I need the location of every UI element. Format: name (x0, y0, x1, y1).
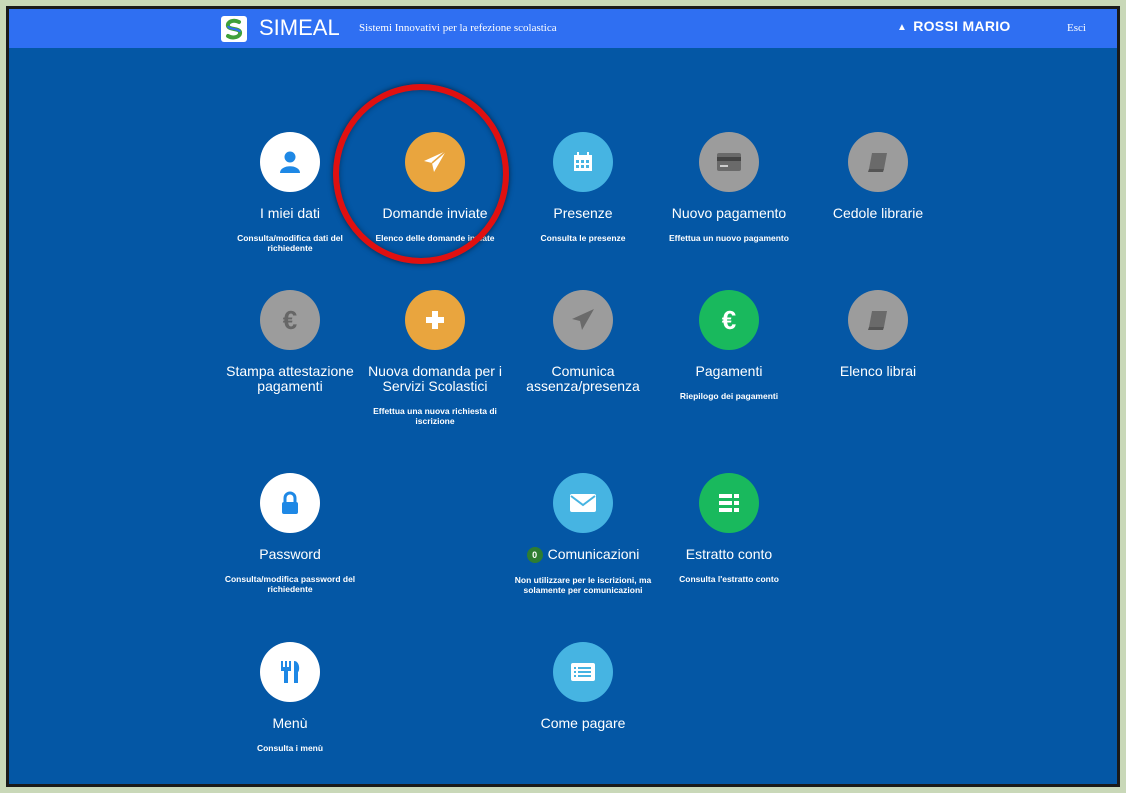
tile-cedole-librarie[interactable]: Cedole librarie (803, 132, 953, 221)
tile-menu[interactable]: Menù Consulta i menù (215, 642, 365, 753)
user-menu[interactable]: ▲ ROSSI MARIO (897, 18, 1011, 34)
tile-title: Cedole librarie (832, 205, 924, 221)
tile-pagamenti[interactable]: € Pagamenti Riepilogo dei pagamenti (654, 290, 804, 401)
tile-description: Effettua una nuova richiesta di iscrizio… (373, 406, 497, 426)
tile-description: Riepilogo dei pagamenti (679, 391, 779, 401)
tile-nuova-domanda[interactable]: Nuova domanda per i Servizi Scolastici E… (360, 290, 510, 426)
tile-title: Estratto conto (685, 546, 773, 562)
paper-plane-icon (405, 132, 465, 192)
tile-come-pagare[interactable]: Come pagare (508, 642, 658, 731)
tile-title-text: Comunicazioni (547, 546, 640, 562)
tile-description: Consulta l'estratto conto (679, 574, 779, 584)
tile-title: Elenco librai (839, 363, 917, 379)
tile-estratto-conto[interactable]: Estratto conto Consulta l'estratto conto (654, 473, 804, 584)
book-icon (848, 290, 908, 350)
tile-title: Domande inviate (382, 205, 488, 221)
tile-title: I miei dati (260, 205, 320, 221)
lock-icon (260, 473, 320, 533)
tile-description: Consulta/modifica dati del richiedente (237, 233, 343, 253)
tile-stampa-attestazione[interactable]: € Stampa attestazione pagamenti (215, 290, 365, 394)
tile-comunicazioni[interactable]: 0 Comunicazioni Non utilizzare per le isc… (508, 473, 658, 595)
tile-title: Presenze (553, 205, 613, 221)
tile-title: Stampa attestazione pagamenti (226, 363, 354, 394)
tile-title: Menù (272, 715, 308, 731)
paper-plane-icon (553, 290, 613, 350)
envelope-icon (553, 473, 613, 533)
tile-presenze[interactable]: Presenze Consulta le presenze (508, 132, 658, 243)
list-alt-icon (553, 642, 613, 702)
tile-description: Effettua un nuovo pagamento (669, 233, 789, 243)
tile-domande-inviate[interactable]: Domande inviate Elenco delle domande inv… (360, 132, 510, 243)
user-name: ROSSI MARIO (913, 18, 1011, 34)
tile-description: Consulta/modifica password del richieden… (224, 574, 356, 594)
credit-card-icon (699, 132, 759, 192)
euro-icon: € (260, 290, 320, 350)
euro-icon: € (699, 290, 759, 350)
tile-comunica-assenza[interactable]: Comunica assenza/presenza (508, 290, 658, 394)
tile-title: Come pagare (540, 715, 626, 731)
brand-tagline: Sistemi Innovativi per la refezione scol… (359, 22, 557, 34)
calendar-icon (553, 132, 613, 192)
tile-title: Nuova domanda per i Servizi Scolastici (368, 363, 502, 394)
user-icon: ▲ (897, 22, 908, 33)
app-window: SIMEAL Sistemi Innovativi per la refezio… (6, 6, 1120, 787)
tile-title: Comunica assenza/presenza (526, 363, 640, 394)
brand-name: SIMEAL (259, 15, 340, 40)
top-navbar: SIMEAL Sistemi Innovativi per la refezio… (9, 9, 1117, 48)
unread-count-badge: 0 (526, 547, 543, 563)
logout-link[interactable]: Esci (1067, 22, 1086, 34)
tile-title: Nuovo pagamento (671, 205, 787, 221)
simeal-logo-icon (221, 16, 247, 42)
list-icon (699, 473, 759, 533)
tile-description: Elenco delle domande inviate (375, 233, 495, 243)
cutlery-icon (260, 642, 320, 702)
tile-title: Pagamenti (695, 363, 763, 379)
tile-i-miei-dati[interactable]: I miei dati Consulta/modifica dati del r… (215, 132, 365, 253)
book-icon (848, 132, 908, 192)
tile-nuovo-pagamento[interactable]: Nuovo pagamento Effettua un nuovo pagame… (654, 132, 804, 243)
tile-title: 0 Comunicazioni (508, 547, 658, 563)
tile-description: Consulta le presenze (540, 233, 626, 243)
tile-title: Password (259, 546, 321, 562)
tile-elenco-librai[interactable]: Elenco librai (803, 290, 953, 379)
tile-password[interactable]: Password Consulta/modifica password del … (215, 473, 365, 594)
user-icon (260, 132, 320, 192)
tile-description: Consulta i menù (256, 743, 324, 753)
tile-description: Non utilizzare per le iscrizioni, ma sol… (514, 575, 652, 595)
plus-icon (405, 290, 465, 350)
